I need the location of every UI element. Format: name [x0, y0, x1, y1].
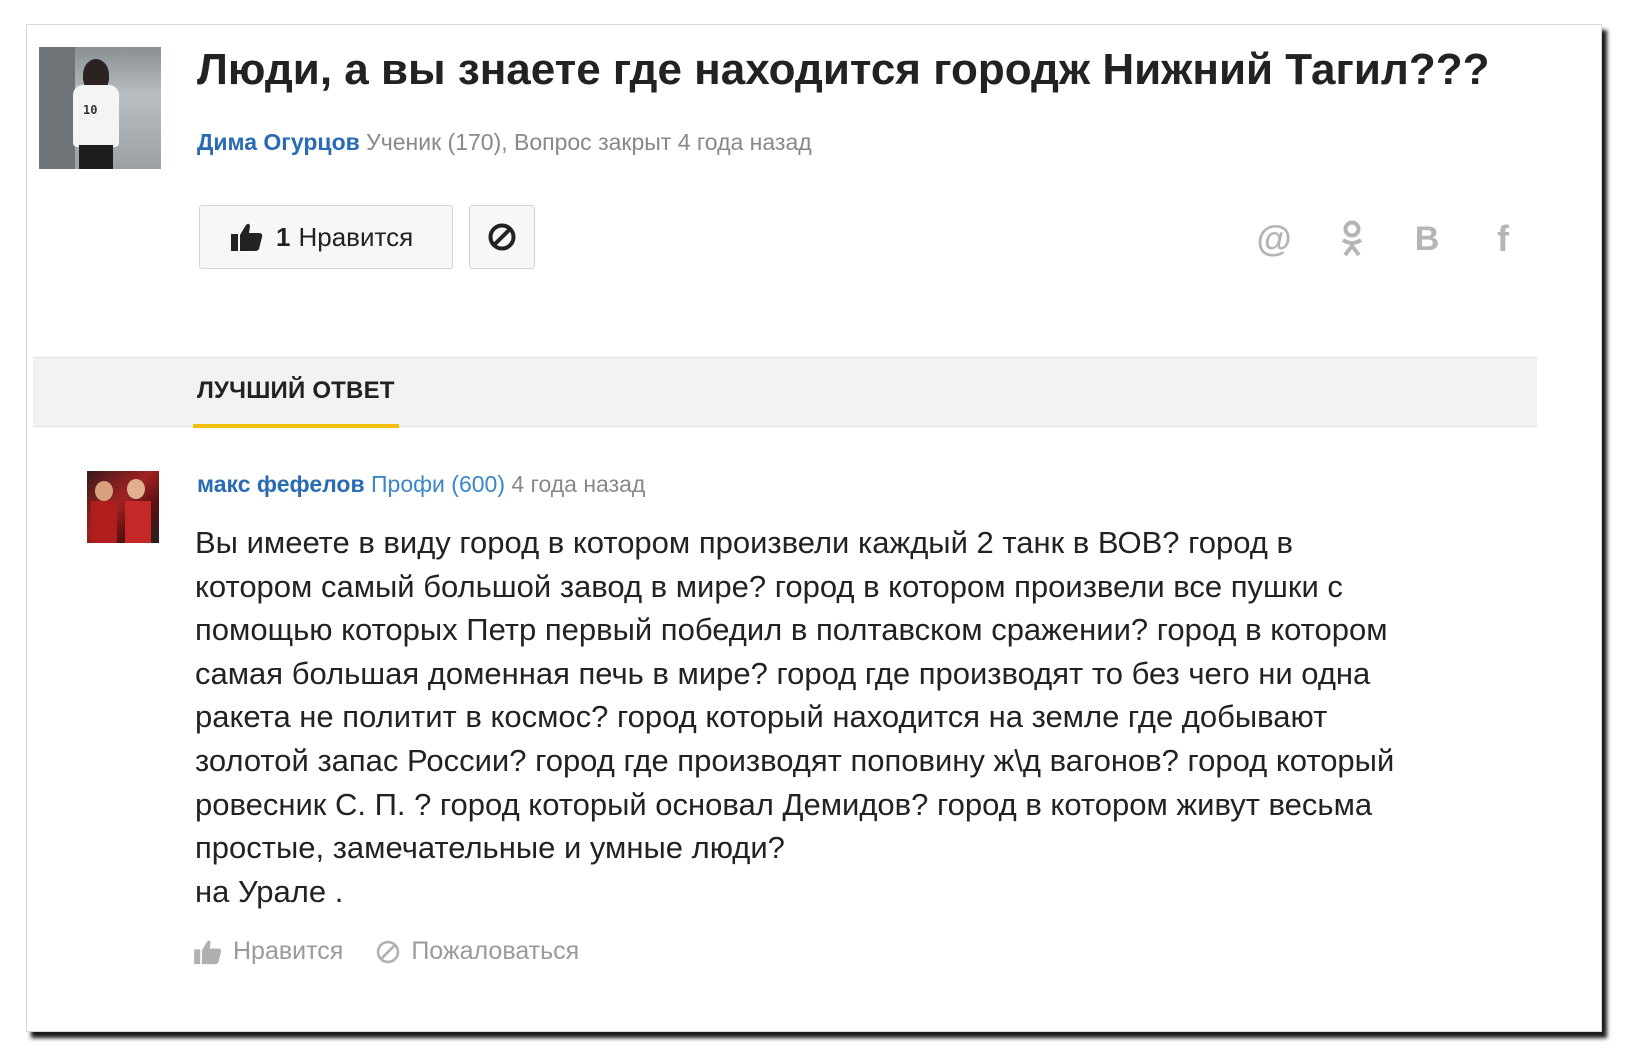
question-card: 10 Люди, а вы знаете где находится город… — [26, 24, 1602, 1032]
share-mail-icon[interactable]: @ — [1254, 218, 1294, 259]
answer-line: золотой запас России? город где производ… — [195, 742, 1395, 778]
question-title: Люди, а вы знаете где находится городж Н… — [197, 45, 1490, 94]
answer-actions: Нравится Пожаловаться — [193, 937, 611, 966]
question-like-button[interactable]: 1 Нравится — [199, 205, 453, 269]
answer-line: ровесник С. П. ? город который основал Д… — [195, 786, 1373, 822]
answer-report-button[interactable]: Пожаловаться — [375, 937, 579, 966]
answer-author-link[interactable]: макс фефелов — [197, 471, 365, 497]
avatar-shirt-number: 10 — [83, 103, 98, 117]
question-meta-text: Ученик (170), Вопрос закрыт 4 года назад — [366, 129, 812, 155]
answer-line: простые, замечательные и умные люди? — [195, 830, 785, 866]
answer-author-avatar[interactable] — [87, 471, 159, 543]
answer-line: ракета не политит в космос? город которы… — [195, 699, 1328, 735]
thumbs-up-icon — [231, 223, 263, 251]
answer-line: на Урале . — [195, 873, 344, 909]
share-facebook-icon[interactable]: f — [1483, 218, 1523, 259]
block-icon — [377, 940, 400, 963]
question-meta: Дима Огурцов Ученик (170), Вопрос закрыт… — [197, 129, 812, 156]
answer-time: 4 года назад — [511, 471, 646, 497]
answer-line: котором самый большой завод в мире? горо… — [195, 568, 1343, 604]
answer-text: Вы имеете в виду город в котором произве… — [195, 521, 1555, 913]
block-icon — [488, 223, 516, 251]
answer-line: Вы имеете в виду город в котором произве… — [195, 525, 1293, 560]
answer-line: самая большая доменная печь в мире? горо… — [195, 655, 1371, 691]
share-odnoklassniki-icon[interactable] — [1332, 219, 1372, 259]
question-author-link[interactable]: Дима Огурцов — [197, 129, 360, 155]
question-like-label: Нравится — [298, 221, 414, 252]
answer-meta: макс фефелов Профи (600) 4 года назад — [197, 471, 645, 498]
answer-like-button[interactable]: Нравится — [193, 937, 343, 966]
answer-report-label: Пожаловаться — [411, 937, 580, 965]
answer-line: помощью которых Петр первый победил в по… — [195, 612, 1388, 648]
answer-author-rank: Профи (600) — [371, 471, 505, 497]
share-vkontakte-icon[interactable]: В — [1407, 219, 1447, 259]
question-like-count: 1 — [276, 221, 291, 252]
thumbs-up-icon — [194, 939, 222, 964]
question-report-button[interactable] — [469, 205, 535, 269]
answer-like-label: Нравится — [233, 937, 344, 965]
answers-tab-bar: ЛУЧШИЙ ОТВЕТ — [33, 357, 1537, 428]
tab-best-answer[interactable]: ЛУЧШИЙ ОТВЕТ — [193, 358, 399, 428]
question-author-avatar[interactable]: 10 — [39, 47, 161, 169]
